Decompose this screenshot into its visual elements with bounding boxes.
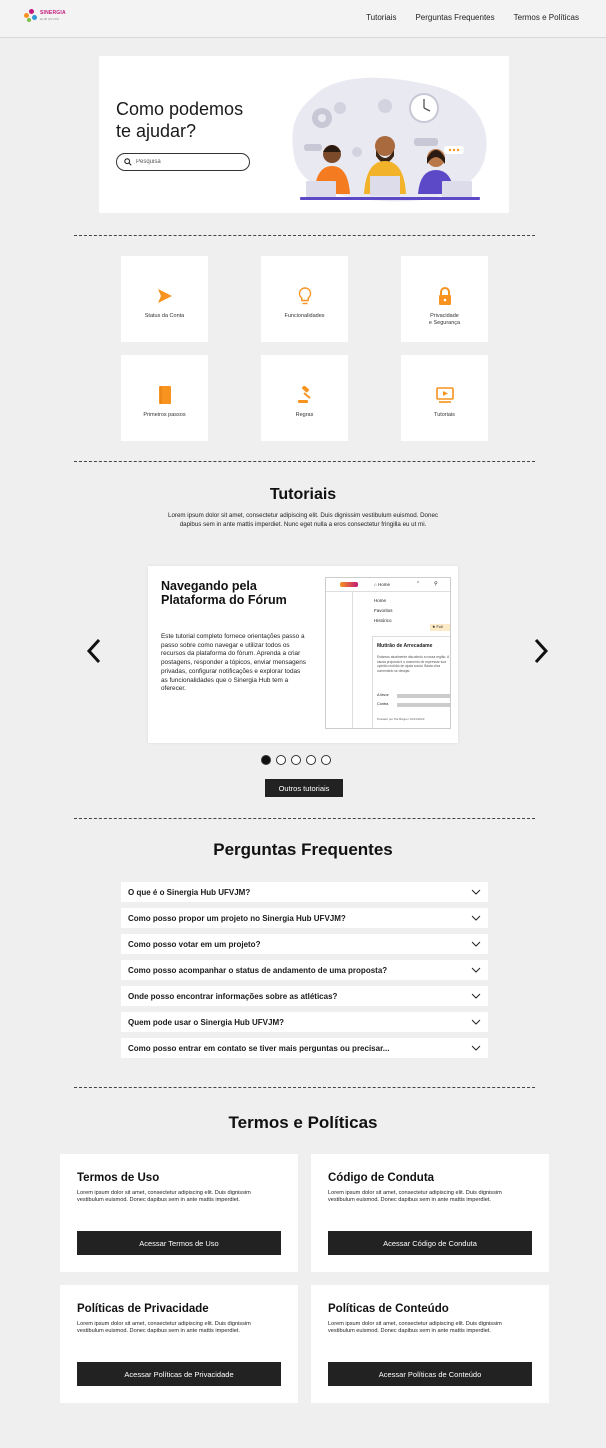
chevron-up-icon: ⌃ bbox=[416, 581, 421, 587]
carousel-dot-5[interactable] bbox=[321, 755, 331, 765]
preview-logo bbox=[340, 582, 358, 587]
carousel-dot-3[interactable] bbox=[291, 755, 301, 765]
chevron-right-icon bbox=[534, 638, 549, 664]
nav-link-termos[interactable]: Termos e Políticas bbox=[514, 13, 579, 22]
faq-item[interactable]: Como posso entrar em contato se tiver ma… bbox=[121, 1038, 488, 1058]
card-title: Código de Conduta bbox=[328, 1172, 435, 1184]
chevron-left-icon bbox=[86, 638, 101, 664]
chevron-down-icon bbox=[471, 889, 481, 895]
category-label: Privacidade e Segurança bbox=[428, 313, 461, 326]
category-label: Regras bbox=[295, 412, 314, 418]
faq-item[interactable]: Onde posso encontrar informações sobre a… bbox=[121, 986, 488, 1006]
category-label: Funcionalidades bbox=[284, 313, 325, 319]
faq-item[interactable]: Como posso acompanhar o status de andame… bbox=[121, 960, 488, 980]
access-conduct-button[interactable]: Acessar Código de Conduta bbox=[328, 1231, 532, 1255]
search-box[interactable] bbox=[116, 153, 250, 171]
category-tutoriais[interactable]: Tutoriais bbox=[401, 355, 488, 441]
carousel-dots bbox=[261, 755, 331, 765]
access-content-button[interactable]: Acessar Políticas de Conteúdo bbox=[328, 1362, 532, 1386]
tutorial-slide[interactable]: Navegando pela Plataforma do Fórum Este … bbox=[148, 566, 458, 743]
follow-badge: ★ Foll bbox=[430, 624, 450, 631]
lightbulb-icon bbox=[298, 287, 311, 305]
category-regras[interactable]: Regras bbox=[261, 355, 348, 441]
support-team-illustration bbox=[292, 77, 487, 202]
card-text: Lorem ipsum dolor sit amet, consectetur … bbox=[328, 1321, 502, 1334]
card-text: Lorem ipsum dolor sit amet, consectetur … bbox=[77, 1321, 251, 1334]
faq-title: Perguntas Frequentes bbox=[213, 840, 393, 859]
lock-icon bbox=[438, 287, 451, 305]
faq-item[interactable]: Como posso propor um projeto no Sinergia… bbox=[121, 908, 488, 928]
section-divider bbox=[74, 461, 535, 462]
chevron-down-icon bbox=[471, 1019, 481, 1025]
terms-card-privacidade: Políticas de Privacidade Lorem ipsum dol… bbox=[60, 1285, 298, 1403]
card-title: Políticas de Privacidade bbox=[77, 1303, 209, 1315]
section-divider bbox=[74, 818, 535, 819]
category-primeiros-passos[interactable]: Primeiros passos bbox=[121, 355, 208, 441]
section-divider bbox=[74, 235, 535, 236]
slide-screenshot: ⌂ Home ⌃ ⚲ Home Favoritos Histórico ★ Fo… bbox=[325, 577, 451, 729]
chevron-down-icon bbox=[471, 967, 481, 973]
top-navbar: SINERGIA HUB UFVJM Tutoriais Perguntas F… bbox=[0, 0, 606, 38]
search-input[interactable] bbox=[136, 159, 236, 165]
hero-card: Como podemos te ajudar? bbox=[99, 56, 509, 213]
chevron-down-icon bbox=[471, 993, 481, 999]
search-icon bbox=[124, 158, 132, 166]
slide-title: Navegando pela Plataforma do Fórum bbox=[161, 579, 287, 607]
logo-mark-icon bbox=[24, 9, 38, 23]
card-text: Lorem ipsum dolor sit amet, consectetur … bbox=[328, 1190, 502, 1203]
logo[interactable]: SINERGIA HUB UFVJM bbox=[24, 9, 66, 23]
chevron-down-icon bbox=[471, 915, 481, 921]
terms-card-codigo-de-conduta: Código de Conduta Lorem ipsum dolor sit … bbox=[311, 1154, 549, 1272]
hero-title: Como podemos te ajudar? bbox=[116, 99, 244, 141]
carousel-prev-arrow[interactable] bbox=[86, 637, 102, 671]
faq-item[interactable]: Quem pode usar o Sinergia Hub UFVJM? bbox=[121, 1012, 488, 1032]
nav-link-faq[interactable]: Perguntas Frequentes bbox=[415, 13, 494, 22]
category-label: Primeiros passos bbox=[143, 412, 186, 418]
carousel-dot-2[interactable] bbox=[276, 755, 286, 765]
card-title: Políticas de Conteúdo bbox=[328, 1303, 449, 1315]
nav-link-tutoriais[interactable]: Tutoriais bbox=[366, 13, 396, 22]
card-text: Lorem ipsum dolor sit amet, consectetur … bbox=[77, 1190, 251, 1203]
search-icon: ⚲ bbox=[434, 581, 438, 587]
terms-title: Termos e Políticas bbox=[228, 1113, 378, 1132]
tutorials-title: Tutoriais bbox=[269, 486, 337, 503]
terms-card-termos-de-uso: Termos de Uso Lorem ipsum dolor sit amet… bbox=[60, 1154, 298, 1272]
category-privacidade[interactable]: Privacidade e Segurança bbox=[401, 256, 488, 342]
chevron-down-icon bbox=[471, 941, 481, 947]
nav-links: Tutoriais Perguntas Frequentes Termos e … bbox=[366, 13, 579, 22]
carousel-dot-4[interactable] bbox=[306, 755, 316, 765]
chevron-down-icon bbox=[471, 1045, 481, 1051]
video-icon bbox=[435, 387, 454, 403]
slide-text: Este tutorial completo fornece orientaçõ… bbox=[161, 633, 306, 693]
terms-card-conteudo: Políticas de Conteúdo Lorem ipsum dolor … bbox=[311, 1285, 549, 1403]
category-label: Status da Conta bbox=[144, 313, 185, 319]
carousel-next-arrow[interactable] bbox=[533, 637, 549, 671]
other-tutorials-button[interactable]: Outros tutoriais bbox=[265, 779, 343, 797]
access-terms-button[interactable]: Acessar Termos de Uso bbox=[77, 1231, 281, 1255]
faq-item[interactable]: O que é o Sinergia Hub UFVJM? bbox=[121, 882, 488, 902]
gavel-icon bbox=[297, 386, 311, 403]
cursor-icon bbox=[157, 289, 172, 303]
category-funcionalidades[interactable]: Funcionalidades bbox=[261, 256, 348, 342]
category-status-da-conta[interactable]: Status da Conta bbox=[121, 256, 208, 342]
access-privacy-button[interactable]: Acessar Políticas de Privacidade bbox=[77, 1362, 281, 1386]
card-title: Termos de Uso bbox=[77, 1172, 160, 1184]
section-divider bbox=[74, 1087, 535, 1088]
home-icon: ⌂ bbox=[374, 582, 377, 587]
logo-text: SINERGIA HUB UFVJM bbox=[40, 10, 66, 21]
tutorials-description: Lorem ipsum dolor sit amet, consectetur … bbox=[168, 512, 438, 528]
book-icon bbox=[158, 386, 171, 404]
carousel-dot-1[interactable] bbox=[261, 755, 271, 765]
faq-item[interactable]: Como posso votar em um projeto? bbox=[121, 934, 488, 954]
category-label: Tutoriais bbox=[434, 412, 455, 418]
